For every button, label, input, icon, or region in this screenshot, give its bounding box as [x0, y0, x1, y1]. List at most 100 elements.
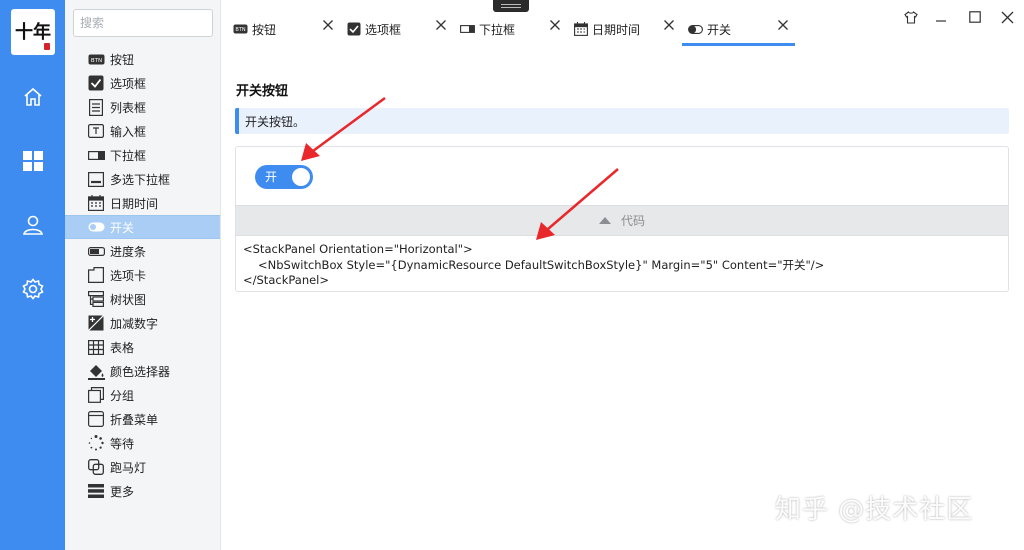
nav-item-label: 进度条 — [110, 244, 147, 259]
tab-checkbox[interactable]: 选项框 — [346, 13, 401, 45]
tab-switch[interactable]: 开关 — [688, 13, 731, 45]
skin-icon[interactable] — [899, 6, 923, 28]
tab-button[interactable]: BTN 按钮 — [233, 13, 276, 45]
logo-seal — [44, 43, 50, 50]
nav-item-switch[interactable]: 开关 — [65, 215, 220, 239]
nav-item-label: 日期时间 — [110, 196, 159, 211]
nav-item-accordion[interactable]: 折叠菜单 — [65, 407, 220, 431]
page-title: 开关按钮 — [236, 84, 289, 99]
tab-combobox[interactable]: 下拉框 — [460, 13, 515, 45]
checkbox-icon — [346, 22, 361, 37]
close-icon[interactable] — [321, 18, 335, 32]
color-picker-icon — [87, 362, 105, 380]
info-bar: 开关按钮。 — [235, 108, 1009, 134]
loading-icon — [87, 434, 105, 452]
close-icon[interactable] — [776, 18, 790, 32]
nav-item-checkbox[interactable]: 选项框 — [65, 71, 220, 95]
code-block: <StackPanel Orientation="Horizontal"> <N… — [243, 242, 824, 289]
switch-label: 开 — [265, 170, 278, 184]
search-input[interactable] — [73, 9, 213, 37]
tab-label: 开关 — [707, 22, 732, 37]
calendar-icon — [87, 194, 105, 212]
nav-item-color-picker[interactable]: 颜色选择器 — [65, 359, 220, 383]
home-icon[interactable] — [18, 82, 48, 112]
nav-item-combobox[interactable]: 下拉框 — [65, 143, 220, 167]
nav-item-button[interactable]: BTN 按钮 — [65, 47, 220, 71]
calendar-icon — [573, 22, 588, 37]
code-line: <NbSwitchBox Style="{DynamicResource Def… — [258, 257, 825, 272]
drag-handle[interactable] — [493, 0, 529, 12]
code-line: <StackPanel Orientation="Horizontal"> — [243, 242, 473, 256]
nav-item-more[interactable]: 更多 — [65, 479, 220, 503]
nav-item-numeric[interactable]: 加减数字 — [65, 311, 220, 335]
numeric-icon — [87, 314, 105, 332]
nav-item-label: 等待 — [110, 436, 135, 451]
code-toggle-button[interactable]: 代码 — [236, 205, 1008, 236]
nav-item-label: 输入框 — [110, 124, 147, 139]
table-icon — [87, 338, 105, 356]
combobox-icon — [460, 22, 475, 37]
tree-icon — [87, 290, 105, 308]
nav-item-progress[interactable]: 进度条 — [65, 239, 220, 263]
nav-item-multi-combobox[interactable]: 多选下拉框 — [65, 167, 220, 191]
nav-item-label: 分组 — [110, 388, 135, 403]
close-icon[interactable] — [434, 18, 448, 32]
maximize-icon[interactable] — [963, 6, 987, 28]
switch-icon — [688, 22, 703, 37]
nav-panel: BTN 按钮 选项框 列表框 输入框 下拉框 多选下拉框 日期时间 — [65, 0, 221, 550]
close-window-icon[interactable] — [995, 6, 1019, 28]
nav-item-label: 树状图 — [110, 292, 147, 307]
nav-item-loading[interactable]: 等待 — [65, 431, 220, 455]
nav-item-table[interactable]: 表格 — [65, 335, 220, 359]
accordion-icon — [87, 410, 105, 428]
tab-label: 下拉框 — [479, 22, 516, 37]
textbox-icon — [87, 122, 105, 140]
close-icon[interactable] — [662, 18, 676, 32]
nav-item-group[interactable]: 分组 — [65, 383, 220, 407]
active-tab-indicator — [682, 43, 795, 46]
group-icon — [87, 386, 105, 404]
nav-item-listbox[interactable]: 列表框 — [65, 95, 220, 119]
switch-knob — [292, 168, 310, 186]
nav-item-tab[interactable]: 选项卡 — [65, 263, 220, 287]
listbox-icon — [87, 98, 105, 116]
switch-icon — [87, 218, 105, 236]
user-icon[interactable] — [18, 210, 48, 240]
info-text: 开关按钮。 — [245, 114, 306, 129]
nav-item-textbox[interactable]: 输入框 — [65, 119, 220, 143]
nav-item-label: 多选下拉框 — [110, 172, 171, 187]
nav-item-label: 选项框 — [110, 76, 147, 91]
nav-item-label: 跑马灯 — [110, 460, 147, 475]
nav-item-label: 下拉框 — [110, 148, 147, 163]
button-icon: BTN — [87, 50, 105, 68]
checkbox-icon — [87, 74, 105, 92]
dashboard-icon[interactable] — [18, 146, 48, 176]
nav-item-label: 加减数字 — [110, 316, 159, 331]
close-icon[interactable] — [548, 18, 562, 32]
tab-datetime[interactable]: 日期时间 — [573, 13, 640, 45]
progress-icon — [87, 242, 105, 260]
nav-item-label: 折叠菜单 — [110, 412, 159, 427]
svg-text:BTN: BTN — [90, 58, 101, 64]
logo-text: 十年 — [15, 21, 51, 43]
multi-combobox-icon — [87, 170, 105, 188]
nav-item-datetime[interactable]: 日期时间 — [65, 191, 220, 215]
svg-text:BTN: BTN — [235, 27, 245, 33]
minimize-icon[interactable] — [929, 6, 953, 28]
triangle-up-icon — [598, 217, 611, 224]
code-line: </StackPanel> — [243, 273, 330, 287]
settings-icon[interactable] — [18, 274, 48, 304]
nav-item-label: 开关 — [110, 220, 135, 235]
nav-item-tree[interactable]: 树状图 — [65, 287, 220, 311]
nav-item-label: 更多 — [110, 484, 135, 499]
button-icon: BTN — [233, 22, 248, 37]
code-toggle-label: 代码 — [620, 214, 645, 228]
combobox-icon — [87, 146, 105, 164]
nav-item-label: 按钮 — [110, 52, 135, 67]
nav-item-marquee[interactable]: 跑马灯 — [65, 455, 220, 479]
nav-item-label: 列表框 — [110, 100, 147, 115]
nav-item-label: 选项卡 — [110, 268, 147, 283]
nav-item-label: 颜色选择器 — [110, 364, 171, 379]
switch-toggle[interactable]: 开 — [255, 165, 313, 189]
app-logo: 十年 — [11, 9, 55, 55]
